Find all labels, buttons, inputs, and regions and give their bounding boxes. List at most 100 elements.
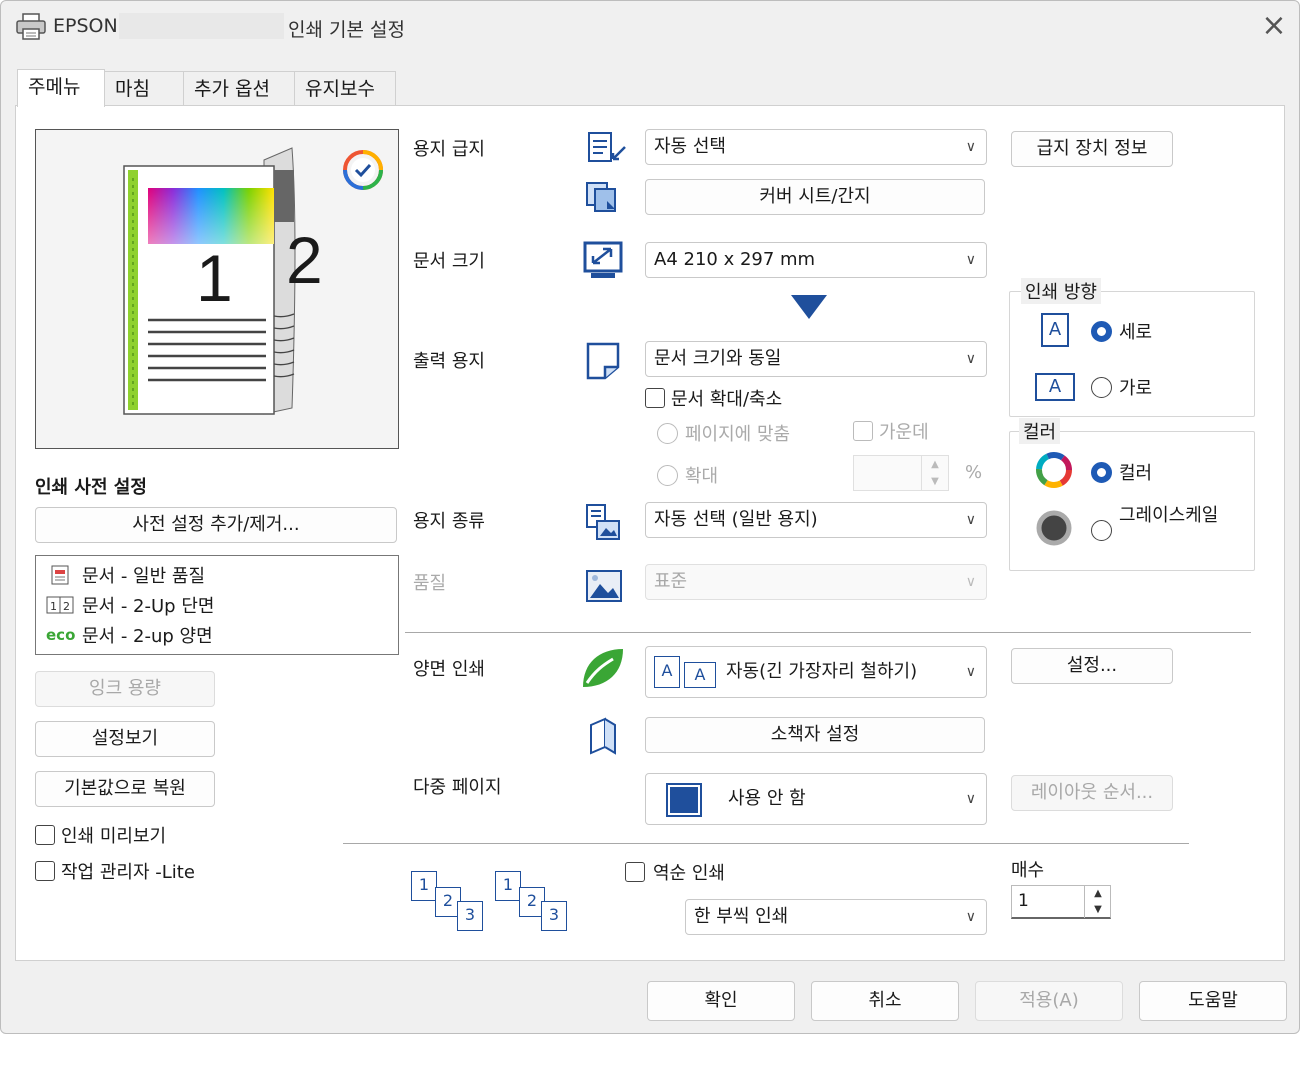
stepper-down-icon[interactable]: ▼ xyxy=(1085,902,1111,918)
preset-label: 문서 - 2-up 양면 xyxy=(82,626,213,647)
tab-finishing[interactable]: 마침 xyxy=(104,71,184,107)
window-title: 인쇄 기본 설정 xyxy=(288,19,405,41)
paper-source-label: 용지 급지 xyxy=(413,139,485,160)
eco-icon: eco xyxy=(46,626,76,644)
cover-sheet-icon xyxy=(586,182,616,212)
section-divider xyxy=(405,632,1251,633)
add-remove-presets-button[interactable]: 사전 설정 추가/제거... xyxy=(35,507,397,543)
output-paper-icon xyxy=(586,342,620,380)
presets-list[interactable]: 문서 - 일반 품질 1 2 문서 - 2-Up 단면 eco 문서 - 2-u… xyxy=(35,555,399,655)
duplex-page-icon: A xyxy=(654,656,680,688)
collate-select[interactable]: 한 부씩 인쇄 ∨ xyxy=(685,899,987,935)
tab-main[interactable]: 주메뉴 xyxy=(17,69,105,107)
document-size-select[interactable]: A4 210 x 297 mm ∨ xyxy=(645,242,987,278)
show-settings-button[interactable]: 설정보기 xyxy=(35,721,215,757)
close-button[interactable]: × xyxy=(1257,9,1291,43)
grayscale-label: 그레이스케일 xyxy=(1119,505,1219,526)
stepper-up-icon[interactable]: ▲ xyxy=(1085,886,1111,902)
job-arranger-checkbox[interactable] xyxy=(35,861,55,881)
paper-source-info-button[interactable]: 급지 장치 정보 xyxy=(1011,131,1173,167)
stepper-up-icon[interactable]: ▲ xyxy=(922,456,948,473)
multi-page-label: 다중 페이지 xyxy=(413,777,502,798)
printer-icon xyxy=(15,13,47,41)
cover-sheet-button[interactable]: 커버 시트/간지 xyxy=(645,179,985,215)
two-up-icon: 1 2 xyxy=(46,596,74,614)
duplex-select[interactable]: A A 자동(긴 가장자리 철하기) ∨ xyxy=(645,646,987,698)
output-paper-select[interactable]: 문서 크기와 동일 ∨ xyxy=(645,341,987,377)
job-arranger-label: 작업 관리자 -Lite xyxy=(61,862,195,883)
landscape-radio[interactable] xyxy=(1091,377,1112,398)
quality-select[interactable]: 표준 ∨ xyxy=(645,564,987,600)
print-preview-label: 인쇄 미리보기 xyxy=(61,826,167,847)
collate-num: 1 xyxy=(418,875,430,894)
duplex-settings-button[interactable]: 설정... xyxy=(1011,648,1173,684)
collate-icon: 1 2 3 xyxy=(495,871,575,933)
copies-input[interactable]: 1 ▲ ▼ xyxy=(1011,885,1111,919)
quality-value: 표준 xyxy=(654,571,688,592)
help-button[interactable]: 도움말 xyxy=(1139,981,1287,1021)
chevron-down-icon: ∨ xyxy=(965,909,976,925)
quality-label: 품질 xyxy=(413,573,447,594)
collate-value: 한 부씩 인쇄 xyxy=(694,906,789,927)
print-preview-image: 1 2 xyxy=(35,129,399,449)
portrait-label: 세로 xyxy=(1119,322,1153,343)
chevron-down-icon: ∨ xyxy=(965,512,976,528)
svg-text:2: 2 xyxy=(63,600,70,613)
document-icon xyxy=(51,565,69,585)
duplex-label: 양면 인쇄 xyxy=(413,659,485,680)
zoom-stepper[interactable]: ▲ ▼ xyxy=(921,456,948,490)
portrait-icon: A xyxy=(1041,313,1069,347)
layout-order-button[interactable]: 레이아웃 순서... xyxy=(1011,775,1173,811)
restore-defaults-button[interactable]: 기본값으로 복원 xyxy=(35,771,215,807)
center-label: 가운데 xyxy=(879,422,929,443)
leaf-icon xyxy=(583,649,623,687)
paper-type-select[interactable]: 자동 선택 (일반 용지) ∨ xyxy=(645,502,987,538)
list-item[interactable]: eco 문서 - 2-up 양면 xyxy=(46,620,386,648)
zoom-radio[interactable] xyxy=(657,465,678,486)
grayscale-radio[interactable] xyxy=(1091,520,1112,541)
ink-levels-button[interactable]: 잉크 용량 xyxy=(35,671,215,707)
chevron-down-icon: ∨ xyxy=(965,351,976,367)
paper-type-value: 자동 선택 (일반 용지) xyxy=(654,509,818,530)
multi-page-value: 사용 안 함 xyxy=(728,788,806,809)
chevron-down-icon: ∨ xyxy=(965,574,976,590)
copies-stepper[interactable]: ▲ ▼ xyxy=(1084,886,1111,918)
preset-label: 문서 - 일반 품질 xyxy=(82,566,206,587)
print-preview-checkbox[interactable] xyxy=(35,825,55,845)
tab-more-options[interactable]: 추가 옵션 xyxy=(183,71,295,107)
printer-model-redacted xyxy=(119,13,284,39)
presets-title: 인쇄 사전 설정 xyxy=(35,477,147,498)
output-paper-value: 문서 크기와 동일 xyxy=(654,348,782,369)
ok-button[interactable]: 확인 xyxy=(647,981,795,1021)
tab-maintenance[interactable]: 유지보수 xyxy=(294,71,396,107)
collate-icon: 1 2 3 xyxy=(411,871,491,933)
booklet-button[interactable]: 소책자 설정 xyxy=(645,717,985,753)
cancel-button[interactable]: 취소 xyxy=(811,981,959,1021)
fit-to-page-radio[interactable] xyxy=(657,423,678,444)
portrait-radio[interactable] xyxy=(1091,321,1112,342)
collate-num: 1 xyxy=(502,875,514,894)
color-radio[interactable] xyxy=(1091,462,1112,483)
apply-button[interactable]: 적용(A) xyxy=(975,981,1123,1021)
color-title: 컬러 xyxy=(1019,418,1061,444)
color-wheel-icon xyxy=(1036,452,1072,488)
reduce-enlarge-checkbox[interactable] xyxy=(645,388,665,408)
multi-page-select[interactable]: 사용 안 함 ∨ xyxy=(645,773,987,825)
landscape-label: 가로 xyxy=(1119,378,1153,399)
list-item[interactable]: 1 2 문서 - 2-Up 단면 xyxy=(46,590,386,618)
paper-source-value: 자동 선택 xyxy=(654,136,726,157)
center-checkbox[interactable] xyxy=(853,421,873,441)
fit-to-page-label: 페이지에 맞춤 xyxy=(685,424,791,445)
stepper-down-icon[interactable]: ▼ xyxy=(922,473,948,490)
section-divider xyxy=(343,843,1189,844)
preview-page-number-2: 2 xyxy=(286,223,323,297)
zoom-label: 확대 xyxy=(685,466,719,487)
window-brand: EPSON xyxy=(53,15,118,37)
arrow-down-icon xyxy=(791,295,827,319)
collate-num: 3 xyxy=(548,905,560,924)
reverse-order-checkbox[interactable] xyxy=(625,862,645,882)
paper-type-label: 용지 종류 xyxy=(413,511,485,532)
list-item[interactable]: 문서 - 일반 품질 xyxy=(46,560,386,588)
grayscale-icon xyxy=(1036,510,1072,546)
paper-source-select[interactable]: 자동 선택 ∨ xyxy=(645,129,987,165)
